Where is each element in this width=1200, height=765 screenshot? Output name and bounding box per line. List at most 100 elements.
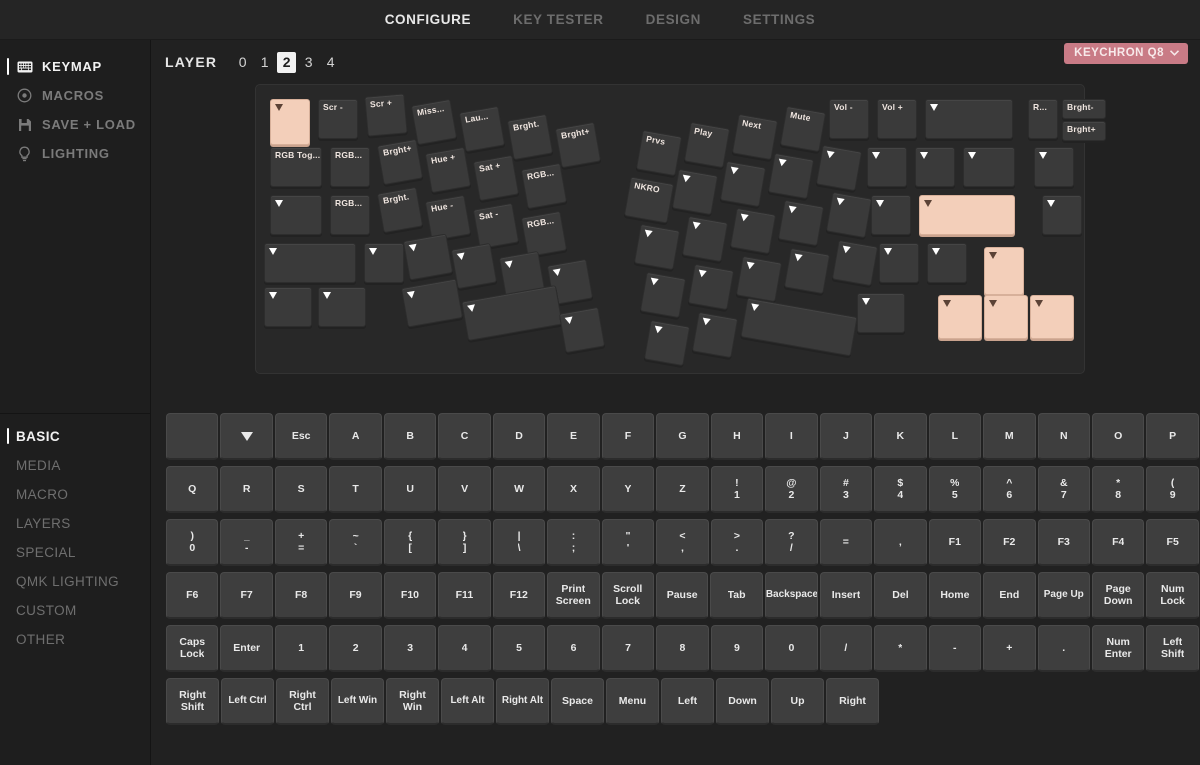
tab-design[interactable]: DESIGN [644, 9, 703, 30]
picker-key[interactable]: 9 [710, 625, 764, 672]
picker-key[interactable]: Left [661, 678, 714, 725]
picker-key[interactable]: ^ 6 [983, 466, 1036, 513]
picker-key[interactable]: J [819, 413, 873, 460]
picker-key[interactable]: >. [710, 519, 764, 566]
picker-key-transparent[interactable] [220, 413, 273, 460]
keyboard-key[interactable]: Mute [779, 105, 827, 153]
picker-key[interactable]: A [329, 413, 382, 460]
picker-key[interactable]: 6 [547, 625, 600, 672]
picker-key[interactable]: Up [771, 678, 824, 725]
picker-key[interactable]: ? / [765, 519, 818, 566]
picker-key[interactable]: (9 [1146, 466, 1199, 513]
picker-key[interactable]: K [874, 413, 927, 460]
picker-key[interactable]: * [874, 625, 927, 672]
picker-key[interactable]: 2 [329, 625, 382, 672]
picker-key[interactable]: Right Shift [166, 678, 219, 725]
keyboard-key[interactable] [639, 271, 687, 319]
keyboard-key[interactable] [777, 199, 825, 247]
picker-key[interactable]: Num Enter [1091, 625, 1145, 672]
picker-key[interactable]: Right Win [386, 678, 439, 725]
keyboard-key[interactable] [402, 233, 454, 281]
picker-key[interactable]: 0 [765, 625, 818, 672]
keyboard-key[interactable]: Lau... [458, 105, 506, 153]
keyboard-key[interactable] [1042, 195, 1082, 235]
picker-key[interactable]: V [438, 466, 491, 513]
keyboard-key[interactable]: Sat - [472, 202, 520, 250]
keyboard-key[interactable]: RGB... [330, 147, 370, 187]
keyboard-key[interactable] [925, 99, 1013, 139]
picker-key[interactable]: :; [547, 519, 600, 566]
keyboard-key[interactable]: Vol + [877, 99, 917, 139]
keyboard-key[interactable] [857, 293, 905, 333]
picker-key[interactable]: F8 [274, 572, 328, 619]
keyboard-key[interactable] [400, 278, 464, 328]
keyboard-key[interactable] [633, 223, 681, 271]
keyboard-key[interactable]: Miss... [410, 98, 458, 146]
picker-key[interactable]: C [438, 413, 491, 460]
picker-key[interactable]: = [819, 519, 873, 566]
keyboard-key[interactable]: Vol - [829, 99, 869, 139]
tab-settings[interactable]: SETTINGS [741, 9, 817, 30]
keyboard-key[interactable]: NKRO [623, 176, 675, 224]
picker-key[interactable]: Page Down [1092, 572, 1145, 619]
keyboard-key[interactable] [264, 287, 312, 327]
picker-key[interactable]: Y [601, 466, 655, 513]
category-basic[interactable]: BASIC [0, 422, 151, 451]
keyboard-key[interactable] [927, 243, 967, 283]
layer-button-1[interactable]: 1 [255, 52, 274, 73]
picker-key[interactable]: N [1037, 413, 1090, 460]
keyboard-key[interactable] [318, 287, 366, 327]
picker-key[interactable]: Right [826, 678, 879, 725]
keyboard-key[interactable] [270, 195, 322, 235]
keyboard-key[interactable]: Brght. [506, 113, 554, 161]
picker-key[interactable]: X [547, 466, 600, 513]
picker-key[interactable]: F6 [166, 572, 219, 619]
keyboard-key[interactable]: R... [1028, 99, 1058, 139]
picker-key[interactable]: ) 0 [166, 519, 219, 566]
picker-key[interactable]: @2 [765, 466, 818, 513]
picker-key[interactable]: F7 [220, 572, 273, 619]
keyboard-key[interactable]: Play [683, 121, 731, 169]
picker-key[interactable]: _ - [220, 519, 273, 566]
picker-key[interactable]: + [983, 625, 1036, 672]
keyboard-key[interactable] [719, 160, 767, 208]
picker-key[interactable]: M [983, 413, 1036, 460]
keyboard-key[interactable] [815, 144, 863, 192]
tab-configure[interactable]: CONFIGURE [383, 9, 473, 30]
picker-key[interactable]: 4 [438, 625, 491, 672]
picker-key[interactable]: - [928, 625, 982, 672]
picker-key[interactable]: Left Shift [1146, 625, 1199, 672]
picker-key[interactable]: Left Alt [441, 678, 494, 725]
keyboard-key[interactable] [691, 311, 739, 359]
keyboard-key[interactable] [767, 152, 815, 200]
keyboard-key[interactable] [831, 239, 879, 287]
keyboard-key[interactable] [558, 306, 606, 354]
keyboard-key[interactable]: Next [731, 113, 779, 161]
picker-key[interactable]: Space [551, 678, 604, 725]
picker-key[interactable]: F2 [983, 519, 1036, 566]
picker-key[interactable]: <, [656, 519, 709, 566]
picker-key[interactable]: Num Lock [1146, 572, 1199, 619]
picker-key[interactable]: | \ [492, 519, 546, 566]
category-custom[interactable]: CUSTOM [0, 596, 151, 625]
picker-key[interactable]: Pause [655, 572, 709, 619]
picker-key[interactable]: P [1146, 413, 1199, 460]
picker-key[interactable]: F3 [1037, 519, 1090, 566]
keyboard-key[interactable]: Scr - [318, 99, 358, 139]
picker-key[interactable]: D [492, 413, 546, 460]
picker-key[interactable]: End [983, 572, 1036, 619]
picker-key[interactable]: S [274, 466, 328, 513]
keyboard-key[interactable] [270, 99, 310, 145]
keyboard-key[interactable] [364, 243, 404, 283]
picker-key[interactable]: H [710, 413, 764, 460]
picker-key[interactable]: $4 [874, 466, 927, 513]
keyboard-key[interactable]: Brght+ [554, 121, 602, 169]
picker-key-blank[interactable] [166, 413, 219, 460]
keyboard-key[interactable]: Hue - [424, 194, 472, 242]
picker-key[interactable]: Del [874, 572, 927, 619]
keyboard-key[interactable] [984, 247, 1024, 295]
keyboard-key[interactable] [671, 168, 719, 216]
keyboard-key[interactable] [461, 284, 563, 342]
keyboard-selector-button[interactable]: KEYCHRON Q8 [1064, 43, 1188, 64]
keyboard-key[interactable] [687, 263, 735, 311]
